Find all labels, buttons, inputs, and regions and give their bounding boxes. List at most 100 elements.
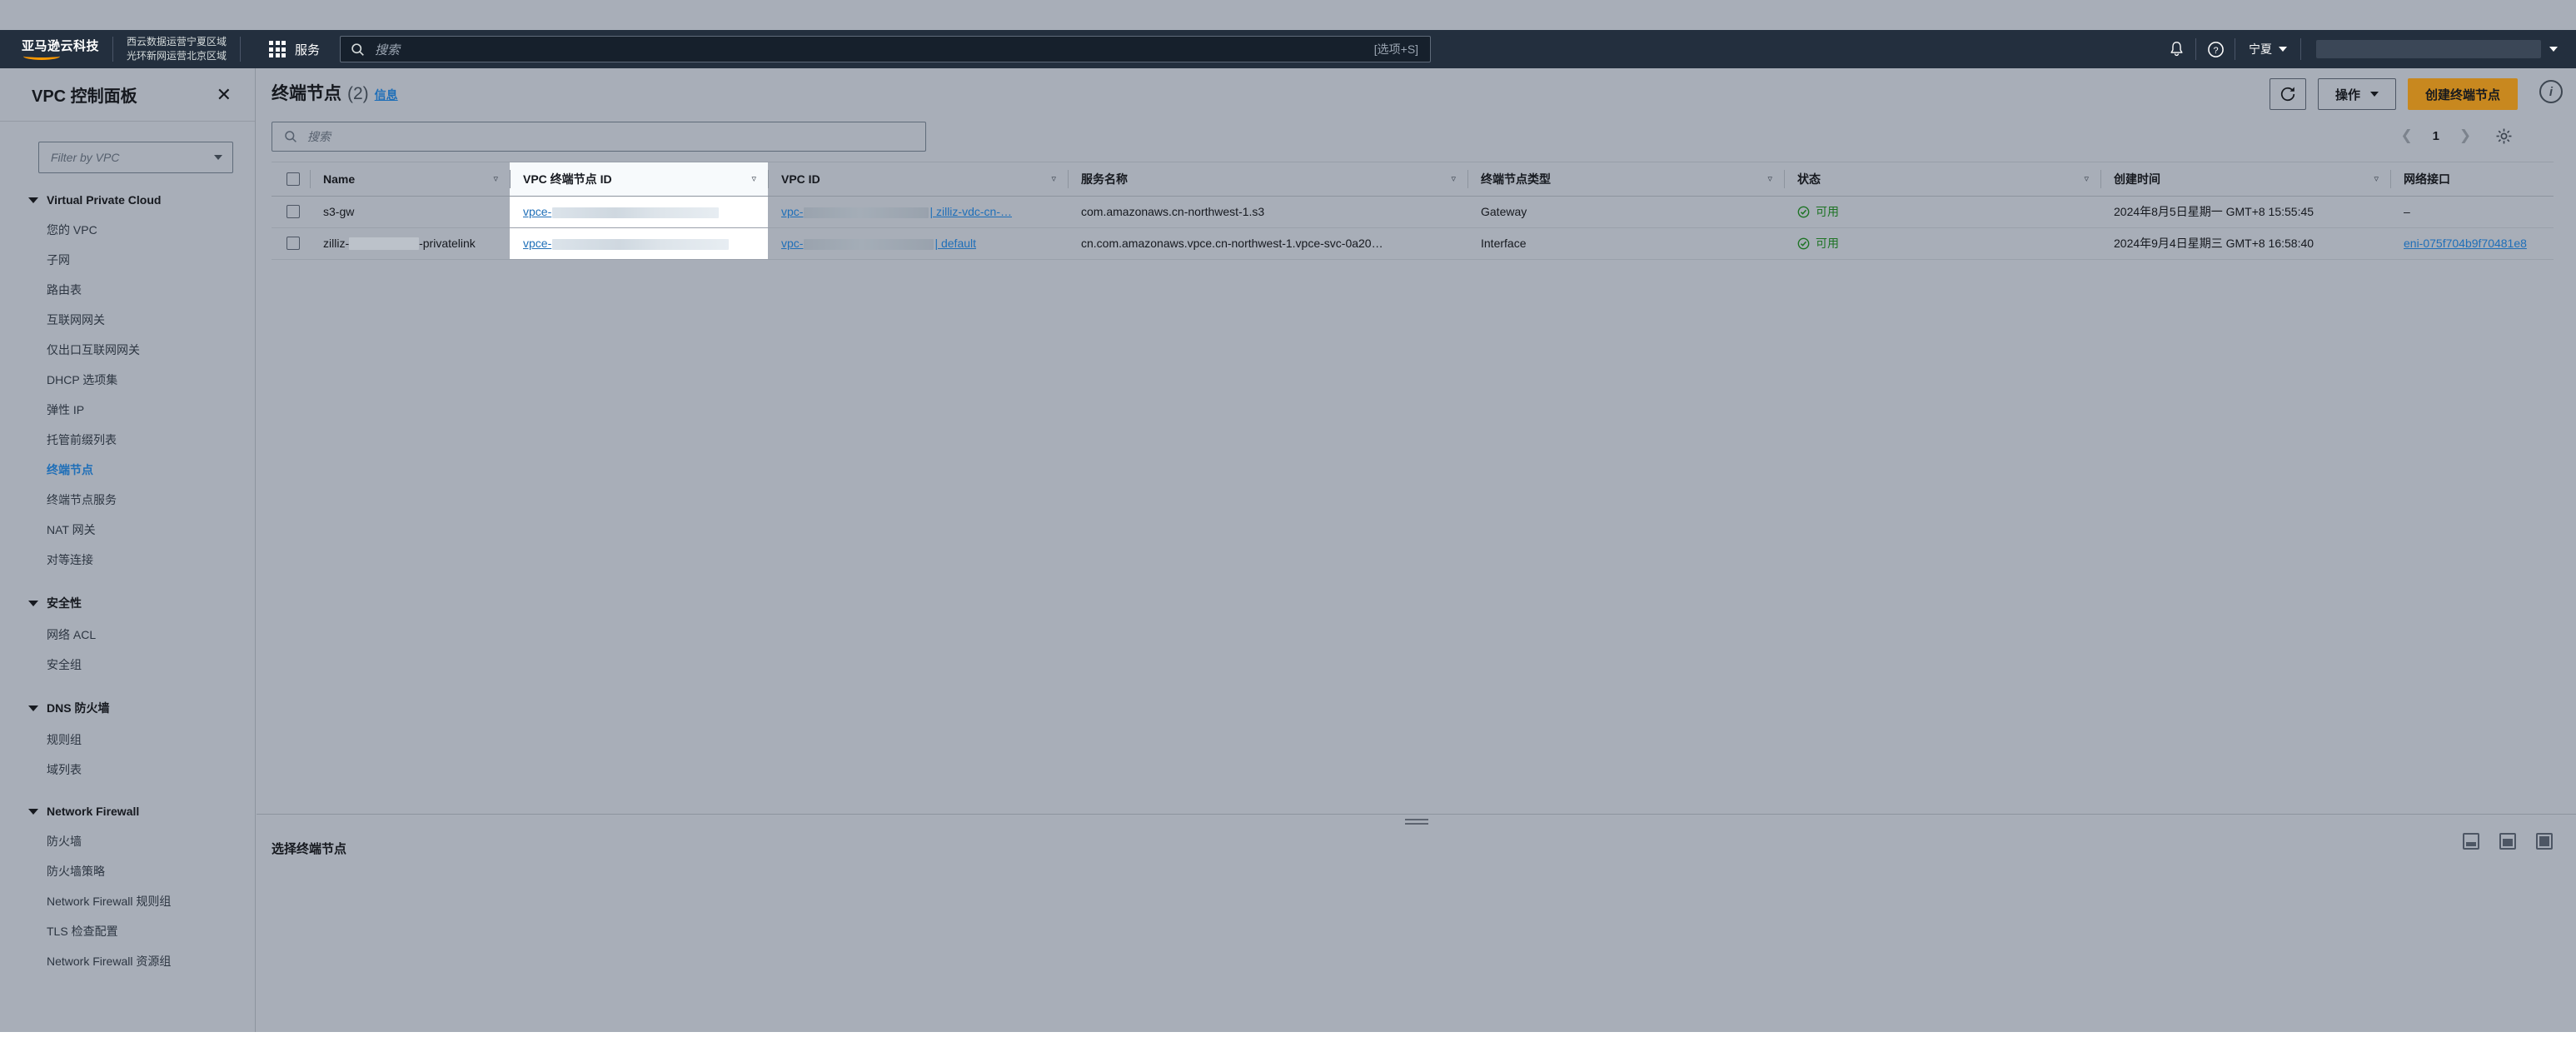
sort-icon-endpoint-id: ▿ xyxy=(751,174,756,185)
sidebar-group-label: DNS 防火墙 xyxy=(47,701,110,715)
column-label-created: 创建时间 xyxy=(2114,172,2160,186)
sidebar-item-Network Firewall 规则组[interactable]: Network Firewall 规则组 xyxy=(0,886,255,916)
column-header-vpc-id[interactable]: VPC ID ▿ xyxy=(768,162,1068,197)
aws-logo[interactable]: 亚马逊云科技 xyxy=(0,30,99,68)
sidebar-item-域列表[interactable]: 域列表 xyxy=(0,755,255,785)
sidebar-group-2[interactable]: DNS 防火墙 xyxy=(0,688,255,725)
help-icon[interactable]: ? xyxy=(2196,30,2235,68)
sidebar-item-路由表[interactable]: 路由表 xyxy=(0,275,255,305)
sidebar-group-3[interactable]: Network Firewall xyxy=(0,793,255,826)
table-row[interactable]: s3-gw vpce-vpc- | zilliz-vdc-cn-… com.amazo… xyxy=(272,196,2554,228)
endpoints-table: Name ▿ VPC 终端节点 ID ▿ VPC ID ▿ 服务名称 ▿ 终端节… xyxy=(272,162,2554,260)
name-prefix: zilliz- xyxy=(323,236,350,250)
vpc-id-link[interactable]: vpc- xyxy=(781,237,803,250)
pagination: ❮ 1 ❯ xyxy=(2394,123,2518,148)
refresh-button[interactable] xyxy=(2269,78,2306,110)
split-panel-resize-handle[interactable] xyxy=(1404,819,1428,826)
panel-size-medium-icon[interactable] xyxy=(2499,833,2516,850)
actions-dropdown-button[interactable]: 操作 xyxy=(2317,78,2396,110)
table-controls-row: 搜索 ❮ 1 ❯ xyxy=(257,122,2576,158)
table-search-input[interactable]: 搜索 xyxy=(272,122,926,152)
column-label-endpoint-type: 终端节点类型 xyxy=(1481,172,1551,186)
vpc-id-link[interactable]: vpc- xyxy=(781,205,803,218)
triangle-down-icon xyxy=(28,197,38,203)
select-all-checkbox[interactable] xyxy=(286,172,300,186)
global-search-placeholder: 搜索 xyxy=(375,42,401,57)
endpoint-id-link[interactable]: vpce- xyxy=(523,237,551,250)
column-header-created[interactable]: 创建时间 ▿ xyxy=(2100,162,2390,197)
table-header-row: Name ▿ VPC 终端节点 ID ▿ VPC ID ▿ 服务名称 ▿ 终端节… xyxy=(272,162,2554,197)
sidebar-item-防火墙[interactable]: 防火墙 xyxy=(0,826,255,856)
sidebar-item-互联网网关[interactable]: 互联网网关 xyxy=(0,305,255,335)
account-menu[interactable] xyxy=(2301,30,2569,68)
network-interface-link[interactable]: eni-075f704b9f70481e8 xyxy=(2404,237,2527,250)
create-endpoint-label: 创建终端节点 xyxy=(2424,87,2500,102)
sidebar-group-0[interactable]: Virtual Private Cloud xyxy=(0,182,255,215)
triangle-down-icon xyxy=(28,705,38,711)
page-title-count: (2) xyxy=(347,84,369,103)
vpc-id-suffix[interactable]: | zilliz-vdc-cn-… xyxy=(929,205,1012,218)
table-row[interactable]: zilliz- -privatelink vpce-vpc- | default cn.… xyxy=(272,227,2554,260)
services-menu-button[interactable]: 服务 xyxy=(254,30,335,68)
cell-service-name: com.amazonaws.cn-northwest-1.s3 xyxy=(1068,196,1467,228)
sidebar-item-仅出口互联网网关[interactable]: 仅出口互联网网关 xyxy=(0,335,255,365)
sidebar-item-对等连接[interactable]: 对等连接 xyxy=(0,545,255,575)
sidebar-item-子网[interactable]: 子网 xyxy=(0,245,255,275)
column-header-network-interface[interactable]: 网络接口 xyxy=(2390,162,2554,197)
triangle-down-icon xyxy=(28,808,38,815)
next-page-button[interactable]: ❯ xyxy=(2453,123,2478,148)
column-label-vpc-id: VPC ID xyxy=(781,172,820,186)
sidebar-item-网络 ACL[interactable]: 网络 ACL xyxy=(0,620,255,650)
cell-created-time: 2024年9月4日星期三 GMT+8 16:58:40 xyxy=(2100,227,2390,260)
global-search-input[interactable]: 搜索 [选项+S] xyxy=(340,36,1432,62)
filter-by-vpc-placeholder: Filter by VPC xyxy=(51,151,120,164)
row-checkbox[interactable] xyxy=(286,237,300,250)
filter-by-vpc-select[interactable]: Filter by VPC xyxy=(38,142,233,173)
cell-endpoint-type: Interface xyxy=(1467,227,1784,260)
filter-by-vpc-container: Filter by VPC xyxy=(0,122,255,182)
sidebar-item-NAT 网关[interactable]: NAT 网关 xyxy=(0,515,255,545)
page-number[interactable]: 1 xyxy=(2423,129,2449,143)
panel-size-large-icon[interactable] xyxy=(2536,833,2553,850)
grid-icon xyxy=(269,41,286,57)
split-panel: 选择终端节点 xyxy=(257,814,2576,1042)
previous-page-button[interactable]: ❮ xyxy=(2394,123,2419,148)
sidebar-item-托管前缀列表[interactable]: 托管前缀列表 xyxy=(0,425,255,455)
close-icon[interactable]: ✕ xyxy=(217,85,232,104)
region-selector[interactable]: 宁夏 xyxy=(2235,30,2300,68)
sidebar-group-1[interactable]: 安全性 xyxy=(0,583,255,620)
column-header-name[interactable]: Name ▿ xyxy=(310,162,510,197)
sidebar-group-label: Network Firewall xyxy=(47,805,140,818)
row-checkbox[interactable] xyxy=(286,205,300,218)
search-shortcut-hint: [选项+S] xyxy=(1373,42,1419,56)
column-header-service-name[interactable]: 服务名称 ▿ xyxy=(1068,162,1467,197)
sidebar-item-TLS 检查配置[interactable]: TLS 检查配置 xyxy=(0,916,255,946)
endpoint-id-link[interactable]: vpce- xyxy=(523,205,551,218)
sidebar-item-弹性 IP[interactable]: 弹性 IP xyxy=(0,395,255,425)
sidebar-item-安全组[interactable]: 安全组 xyxy=(0,650,255,680)
cell-network-interface: eni-075f704b9f70481e8 xyxy=(2390,227,2554,260)
sidebar-item-终端节点服务[interactable]: 终端节点服务 xyxy=(0,485,255,515)
create-endpoint-button[interactable]: 创建终端节点 xyxy=(2407,78,2518,110)
table-preferences-button[interactable] xyxy=(2489,123,2518,148)
info-link[interactable]: 信息 xyxy=(375,87,398,103)
name-redacted xyxy=(349,237,420,251)
sidebar-item-您的 VPC[interactable]: 您的 VPC xyxy=(0,215,255,245)
sidebar-item-终端节点[interactable]: 终端节点 xyxy=(0,455,255,485)
sidebar-item-防火墙策略[interactable]: 防火墙策略 xyxy=(0,856,255,886)
sidebar-item-DHCP 选项集[interactable]: DHCP 选项集 xyxy=(0,365,255,395)
column-header-endpoint-type[interactable]: 终端节点类型 ▿ xyxy=(1467,162,1784,197)
header-actions: 操作 创建终端节点 xyxy=(2269,78,2518,110)
column-header-status[interactable]: 状态 ▿ xyxy=(1784,162,2100,197)
info-panel-icon[interactable]: i xyxy=(2539,80,2563,103)
bell-icon xyxy=(2170,42,2183,57)
sidebar-item-Network Firewall 资源组[interactable]: Network Firewall 资源组 xyxy=(0,946,255,976)
column-header-endpoint-id[interactable]: VPC 终端节点 ID ▿ xyxy=(510,162,768,197)
sidebar-item-规则组[interactable]: 规则组 xyxy=(0,725,255,755)
sort-icon-endpoint-type: ▿ xyxy=(1767,174,1772,185)
sort-icon-service-name: ▿ xyxy=(1451,174,1456,185)
column-label-status: 状态 xyxy=(1797,172,1821,186)
notifications-bell-icon[interactable] xyxy=(2157,30,2195,68)
panel-size-small-icon[interactable] xyxy=(2463,833,2479,850)
vpc-id-suffix[interactable]: | default xyxy=(934,237,976,250)
